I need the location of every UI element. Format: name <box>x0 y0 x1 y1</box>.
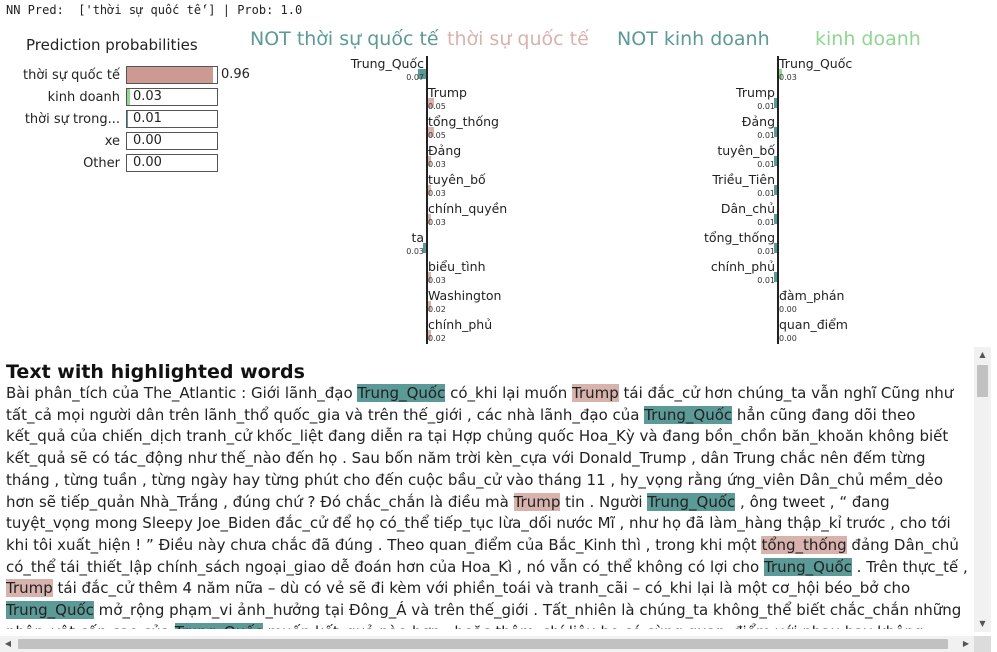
feature-weight: 0.03 <box>428 218 446 227</box>
feature-word: đàm_phán <box>779 288 845 303</box>
feature-weight: 0.02 <box>428 305 446 314</box>
probability-label: xe <box>104 134 120 149</box>
probability-bar-fill <box>127 67 214 83</box>
class-header: NOT kinh doanh <box>617 28 770 50</box>
probability-bar: 0.03 <box>126 88 218 106</box>
feature-word: Trump <box>736 85 775 100</box>
feature-weight: 0.01 <box>757 247 775 256</box>
horizontal-scroll-thumb[interactable] <box>18 639 948 649</box>
feature-word: Dân_chủ <box>720 201 775 216</box>
probability-label: kinh doanh <box>47 90 120 105</box>
feature-word: Đảng <box>741 114 775 129</box>
class-header: thời sự quốc tế <box>447 28 589 50</box>
feature-weight: 0.01 <box>757 189 775 198</box>
text-section-title: Text with highlighted words <box>6 361 305 383</box>
probability-label: thời sự quốc tế <box>23 68 120 83</box>
feature-weight: 0.02 <box>428 334 446 343</box>
probability-bar-fill <box>127 89 130 105</box>
feature-weight: 0.01 <box>757 218 775 227</box>
feature-weight: 0.05 <box>428 102 446 111</box>
feature-word: tuyên_bố <box>428 172 486 187</box>
horizontal-scrollbar[interactable]: ◀ ▶ <box>0 636 974 652</box>
feature-weight: 0.01 <box>757 131 775 140</box>
scroll-right-icon[interactable]: ▶ <box>958 636 974 652</box>
feature-word: ta <box>411 230 424 245</box>
text-segment: có_khi lại muốn <box>445 384 572 402</box>
probability-value: 0.03 <box>133 89 162 104</box>
highlighted-word: Trung_Quốc <box>763 557 852 576</box>
feature-weight: 0.00 <box>779 334 797 343</box>
probability-bar <box>126 66 218 84</box>
feature-word: biểu_tình <box>428 259 486 274</box>
feature-word: Trung_Quốc <box>779 56 853 71</box>
scroll-down-icon[interactable]: ▼ <box>974 616 991 632</box>
feature-weight: 0.05 <box>428 131 446 140</box>
probability-value: 0.01 <box>133 111 162 126</box>
class-header: NOT thời sự quốc tế <box>250 28 439 50</box>
feature-weight: 0.03 <box>428 160 446 169</box>
scroll-up-icon[interactable]: ▲ <box>974 347 991 363</box>
highlighted-word: Trump <box>513 492 561 511</box>
highlighted-word: Trung_Quốc <box>174 622 263 629</box>
scrollbar-corner <box>974 636 991 652</box>
highlighted-word: Trump <box>572 384 619 402</box>
probability-label: thời sự trong... <box>24 112 120 127</box>
probability-row: kinh doanh 0.03 <box>0 88 260 108</box>
feature-word: chính_phủ <box>710 259 775 274</box>
probability-bar: 0.01 <box>126 110 218 128</box>
feature-weight: 0.03 <box>428 189 446 198</box>
probability-row: xe 0.00 <box>0 132 260 152</box>
highlighted-word: Trung_Quốc <box>644 405 733 424</box>
feature-word: Triều_Tiên <box>712 172 775 187</box>
feature-word: tuyên_bố <box>717 143 775 158</box>
scroll-left-icon[interactable]: ◀ <box>0 636 16 652</box>
prediction-probabilities-title: Prediction probabilities <box>26 36 198 54</box>
text-segment: tin . Người <box>560 492 648 511</box>
probability-bar-fill <box>127 111 128 127</box>
feature-word: quan_điểm <box>779 317 848 332</box>
feature-word: chính_phủ <box>428 317 493 332</box>
feature-weight: 0.01 <box>757 160 775 169</box>
nn-prediction-line: NN Pred: ['thời sự quốc tế'] | Prob: 1.0 <box>6 3 303 17</box>
feature-weight: 0.01 <box>757 102 775 111</box>
probability-label: Other <box>83 156 120 171</box>
probability-row: Other 0.00 <box>0 154 260 174</box>
text-segment: tái đắc_cử thêm 4 năm nữa – dù có vẻ sẽ … <box>52 579 911 598</box>
highlighted-word: Trump <box>6 579 53 598</box>
text-segment: Bài phân_tích của The_Atlantic : Giới lã… <box>6 384 358 402</box>
highlighted-word: Trung_Quốc <box>647 492 736 511</box>
feature-weight: 0.03 <box>406 247 424 256</box>
probability-row: thời sự trong... 0.01 <box>0 110 260 130</box>
highlighted-word: Trung_Quốc <box>357 384 446 402</box>
probability-value: 0.96 <box>221 67 250 82</box>
text-highlight-section: Text with highlighted words Bài phân_tíc… <box>0 345 997 652</box>
feature-word: Đảng <box>428 143 462 158</box>
probability-value: 0.00 <box>133 133 162 148</box>
vertical-scrollbar[interactable]: ▲ ▼ <box>974 347 991 632</box>
probability-row: 0.96 thời sự quốc tế <box>0 66 260 86</box>
feature-weight: 0.03 <box>428 276 446 285</box>
feature-word: Trung_Quốc <box>350 56 424 71</box>
feature-weight: 0.07 <box>406 73 424 82</box>
text-segment: . Trên thực_tế , <box>851 557 968 576</box>
probability-bar: 0.00 <box>126 154 218 172</box>
feature-weight: 0.00 <box>779 305 797 314</box>
probability-bar: 0.00 <box>126 132 218 150</box>
feature-word: Washington <box>428 288 502 303</box>
feature-weight: 0.03 <box>779 73 797 82</box>
feature-word: tổng_thống <box>704 230 775 245</box>
highlighted-word: Trung_Quốc <box>6 601 94 620</box>
feature-word: tổng_thống <box>428 114 499 129</box>
highlighted-word: tổng_thống <box>761 535 847 554</box>
class-header: kinh doanh <box>815 28 921 50</box>
feature-word: Trump <box>428 85 467 100</box>
feature-word: chính_quyền <box>428 201 508 216</box>
probability-value: 0.00 <box>133 155 162 170</box>
vertical-scroll-thumb[interactable] <box>977 365 988 397</box>
feature-weight: 0.01 <box>757 276 775 285</box>
highlighted-text-body: Bài phân_tích của The_Atlantic : Giới lã… <box>6 383 970 629</box>
